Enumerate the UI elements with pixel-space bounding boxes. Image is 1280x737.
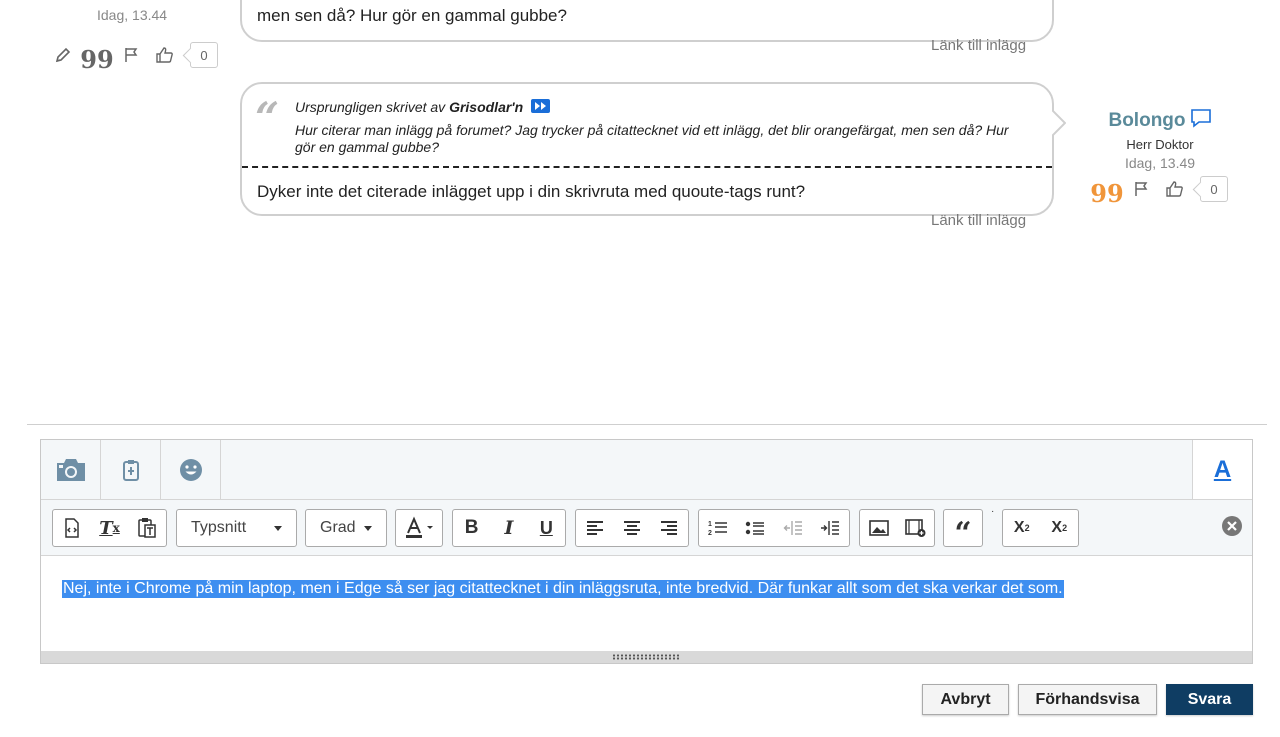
section-divider <box>27 424 1267 425</box>
post1-link[interactable]: Länk till inlägg <box>931 37 1026 54</box>
post1-like-count: 0 <box>190 42 218 68</box>
like-icon[interactable] <box>1162 178 1188 200</box>
reply-editor: A Tx Typsnitt Grad B I U 1 2 “ · X 2 X 2… <box>40 439 1253 664</box>
align-right-icon[interactable] <box>651 510 688 546</box>
superscript-icon[interactable]: X2 <box>1041 510 1079 546</box>
numbered-list-icon[interactable]: 12 <box>699 510 737 546</box>
post1-date: Idag, 13.44 <box>97 7 168 23</box>
like-icon[interactable] <box>152 44 178 66</box>
bubble-pointer <box>1052 110 1066 136</box>
flag-icon[interactable] <box>118 44 144 66</box>
image-icon[interactable] <box>860 510 897 546</box>
toggle-formatting-icon[interactable]: A <box>1192 440 1252 499</box>
camera-icon[interactable] <box>41 440 101 499</box>
quote-header: Ursprungligen skrivet av Grisodlar'n <box>295 99 551 115</box>
post2-like-count: 0 <box>1200 176 1228 202</box>
jump-to-post-icon[interactable] <box>531 99 551 113</box>
remove-format-icon[interactable]: Tx <box>91 510 129 546</box>
font-family-label: Typsnitt <box>191 519 247 536</box>
source-tools-group: Tx <box>52 509 167 547</box>
reply-button[interactable]: Svara <box>1166 684 1253 715</box>
bullet-list-icon[interactable] <box>737 510 775 546</box>
outdent-icon[interactable] <box>774 510 812 546</box>
editor-top-tools: A <box>41 440 1252 500</box>
close-icon[interactable] <box>1221 515 1243 542</box>
media-group <box>859 509 935 547</box>
align-group <box>575 509 689 547</box>
formatting-toolbar: Tx Typsnitt Grad B I U 1 2 “ · X 2 X 2 <box>41 500 1252 556</box>
message-icon[interactable] <box>1190 108 1212 133</box>
font-size-label: Grad <box>320 519 356 536</box>
chevron-down-icon <box>274 525 282 531</box>
toolbar-separator-dot: · <box>991 506 995 517</box>
quote-icon[interactable]: 99 <box>80 44 113 71</box>
svg-text:1: 1 <box>708 521 712 528</box>
editor-resize-handle[interactable] <box>41 651 1252 663</box>
align-left-icon[interactable] <box>576 510 613 546</box>
font-size-select[interactable]: Grad <box>305 509 387 547</box>
indent-icon[interactable] <box>812 510 850 546</box>
list-group: 12 <box>698 509 850 547</box>
underline-icon[interactable]: U <box>528 510 565 546</box>
video-icon[interactable] <box>897 510 934 546</box>
quote-prefix: Ursprungligen skrivet av <box>295 99 450 115</box>
flag-icon[interactable] <box>1128 178 1154 200</box>
italic-icon[interactable]: I <box>490 510 527 546</box>
post1-bubble: men sen då? Hur gör en gammal gubbe? <box>240 0 1054 42</box>
post1-actions: 99 0 <box>50 42 218 71</box>
chevron-down-icon <box>364 525 372 531</box>
cancel-button[interactable]: Avbryt <box>922 684 1009 715</box>
quote-group: “ <box>943 509 983 549</box>
script-group: X2 X2 <box>1002 509 1079 547</box>
clipboard-icon[interactable] <box>101 440 161 499</box>
quote-text: Hur citerar man inlägg på forumet? Jag t… <box>295 122 1009 155</box>
align-center-icon[interactable] <box>613 510 650 546</box>
text-color-select[interactable] <box>395 509 443 547</box>
post2-actions: 99 0 <box>1090 176 1228 205</box>
quote-icon-active[interactable]: 99 <box>1090 178 1123 205</box>
bold-icon[interactable]: B <box>453 510 490 546</box>
subscript-icon[interactable]: X2 <box>1003 510 1041 546</box>
quote-divider <box>242 166 1052 168</box>
selected-reply-text[interactable]: Nej, inte i Chrome på min laptop, men i … <box>62 580 1064 598</box>
preview-button[interactable]: Förhandsvisa <box>1018 684 1157 715</box>
svg-text:2: 2 <box>708 530 712 537</box>
post2-bubble: “ Ursprungligen skrivet av Grisodlar'n H… <box>240 82 1054 216</box>
smiley-icon[interactable] <box>161 440 221 499</box>
quote-author: Grisodlar'n <box>449 99 524 115</box>
username[interactable]: Bolongo <box>1108 110 1185 132</box>
blockquote-icon[interactable]: “ <box>944 510 982 549</box>
user-title: Herr Doktor <box>1126 137 1194 152</box>
editor-content[interactable]: Nej, inte i Chrome på min laptop, men i … <box>41 556 1252 651</box>
post2-text: Dyker inte det citerade inlägget upp i d… <box>257 182 806 201</box>
font-family-select[interactable]: Typsnitt <box>176 509 297 547</box>
text-style-group: B I U <box>452 509 566 547</box>
text-color-icon[interactable] <box>396 510 442 546</box>
paste-text-icon[interactable] <box>128 510 166 546</box>
quote-mark-icon: “ <box>255 93 280 142</box>
post1-text: men sen då? Hur gör en gammal gubbe? <box>257 6 567 25</box>
post2-user: Bolongo Herr Doktor Idag, 13.49 <box>1100 108 1220 171</box>
post2-date: Idag, 13.49 <box>1124 155 1196 171</box>
resize-grip-icon[interactable] <box>612 654 680 660</box>
source-code-icon[interactable] <box>53 510 91 546</box>
post2-link[interactable]: Länk till inlägg <box>931 212 1026 229</box>
edit-icon[interactable] <box>50 44 76 66</box>
